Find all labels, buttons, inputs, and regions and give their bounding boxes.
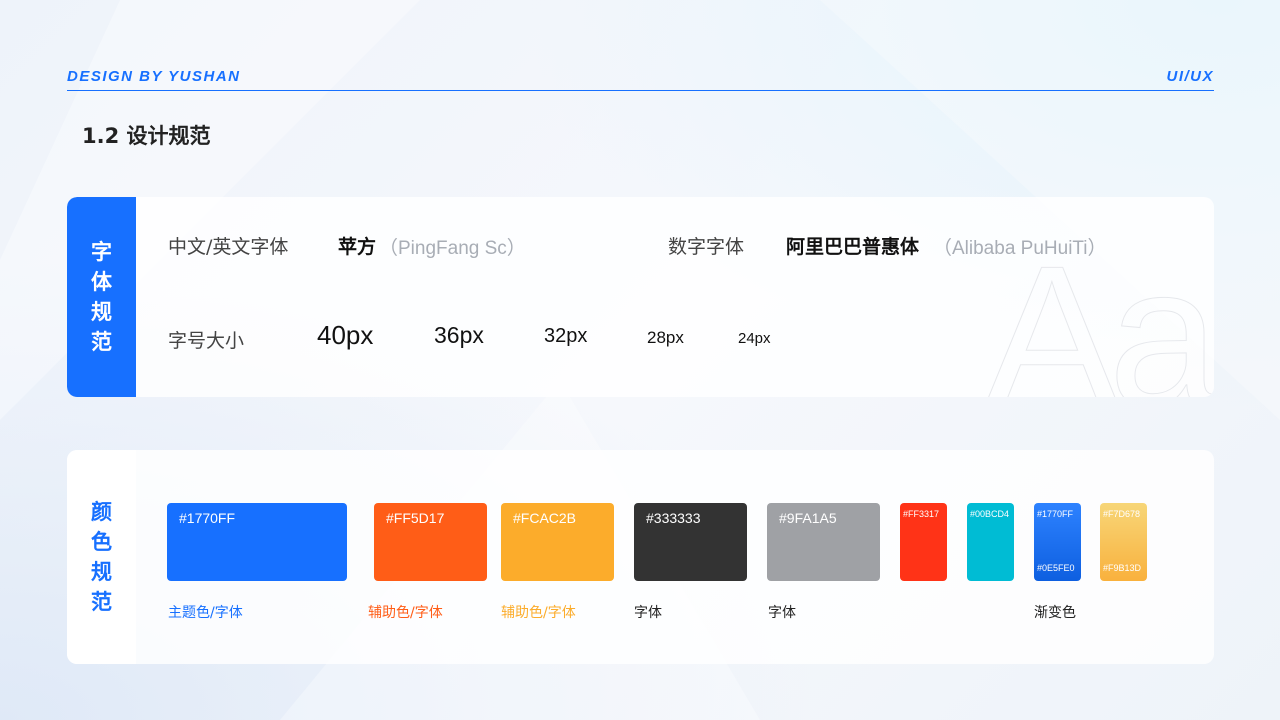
gradient-caption: 渐变色 [1034,605,1076,621]
swatch-hex: #FCAC2B [513,510,577,526]
swatch-gradient-gold: #F7D678 #F9B13D [1100,503,1147,581]
swatch-text-dark: #333333 [634,503,747,581]
font-spec-label: 字体规范 [91,240,112,354]
page-title: 1.2 设计规范 [82,124,211,148]
swatch-caption: 字体 [634,605,662,621]
color-spec-label: 颜色规范 [91,500,112,614]
swatch-hex: #FF3317 [903,509,940,519]
size-sample-36: 36px [434,322,484,348]
cn-en-font-label: 中文/英文字体 [168,236,289,258]
cn-en-font-english: （PingFang Sc） [379,238,526,259]
size-sample-24: 24px [738,330,771,347]
brand-label: DESIGN BY YUSHAN [67,68,241,85]
number-font-label: 数字字体 [668,236,745,258]
number-font-english: （Alibaba PuHuiTi） [933,238,1107,259]
swatch-hex: #FF5D17 [386,510,445,526]
category-tag: UI/UX [1166,68,1214,85]
size-sample-32: 32px [544,325,588,347]
swatch-hex: #00BCD4 [970,509,1010,519]
font-spec-sidebar: 字体规范 [67,197,136,397]
header-bar: DESIGN BY YUSHAN UI/UX [67,68,1214,91]
font-size-label: 字号大小 [168,330,245,352]
size-sample-28: 28px [647,328,684,347]
swatch-hex-bottom: #F9B13D [1103,563,1142,573]
swatch-text-gray: #9FA1A5 [767,503,880,581]
swatch-hex: #333333 [646,510,701,526]
color-spec-sidebar: 颜色规范 [67,450,136,664]
swatch-red: #FF3317 [900,503,947,581]
swatch-cyan: #00BCD4 [967,503,1014,581]
swatch-caption: 字体 [768,605,796,621]
swatch-primary: #1770FF [167,503,347,581]
swatch-caption: 辅助色/字体 [501,605,576,621]
number-font-name: 阿里巴巴普惠体 [786,236,920,258]
color-spec-panel: 颜色规范 #1770FF 主题色/字体 #FF5D17 辅助色/字体 #FCAC… [67,450,1214,664]
swatch-secondary-orange: #FF5D17 [374,503,487,581]
aa-watermark: Aa [985,225,1214,397]
swatch-hex-top: #1770FF [1037,509,1074,519]
swatch-caption: 主题色/字体 [168,605,243,621]
swatch-hex-top: #F7D678 [1103,509,1141,519]
font-spec-panel: Aa 字体规范 中文/英文字体 苹方 （PingFang Sc） 数字字体 阿里… [67,197,1214,397]
swatch-hex: #9FA1A5 [779,510,837,526]
size-sample-40: 40px [317,320,374,350]
swatch-hex-bottom: #0E5FE0 [1037,563,1075,573]
cn-en-font-name: 苹方 [338,236,377,258]
swatch-hex: #1770FF [179,510,236,526]
swatch-gradient-blue: #1770FF #0E5FE0 [1034,503,1081,581]
swatch-caption: 辅助色/字体 [368,605,443,621]
swatch-secondary-yellow: #FCAC2B [501,503,614,581]
